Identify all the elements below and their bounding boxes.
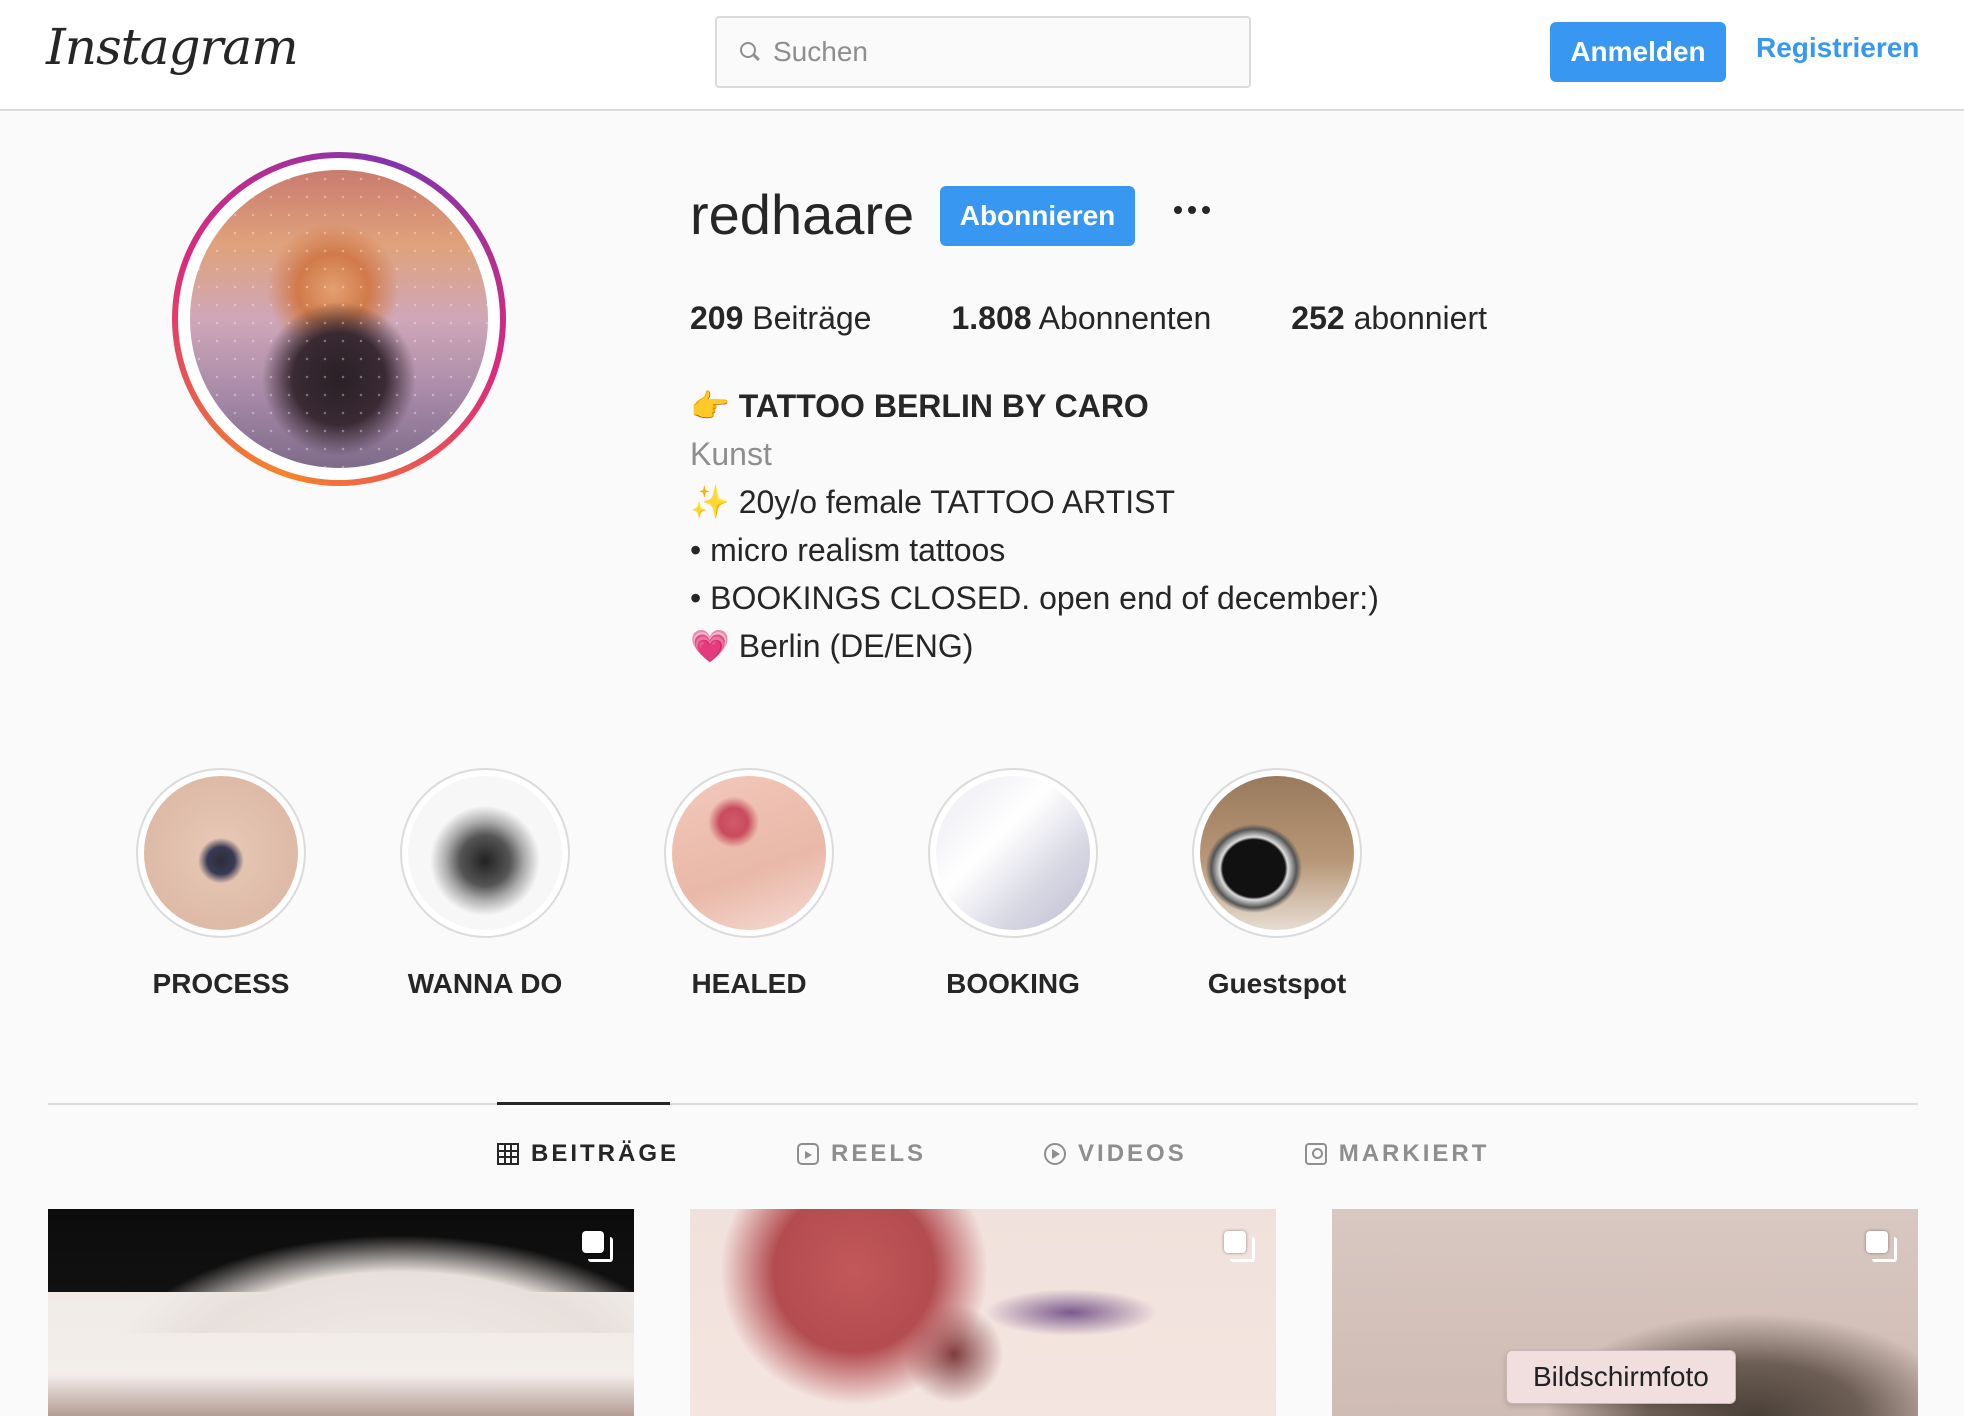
video-icon	[1044, 1143, 1067, 1165]
bio-line: • BOOKINGS CLOSED. open end of december:…	[690, 580, 1379, 616]
carousel-icon	[582, 1231, 613, 1262]
profile-avatar-ring[interactable]	[172, 152, 506, 486]
top-navigation-bar: Instagram Anmelden Registrieren	[0, 0, 1964, 111]
highlight-label: Guestspot	[1207, 968, 1347, 999]
reels-icon	[797, 1143, 820, 1165]
stat-followers[interactable]: 1.808 Abonnenten	[951, 300, 1211, 337]
active-tab-indicator	[497, 1102, 670, 1105]
tagged-icon	[1304, 1143, 1327, 1165]
highlight-process[interactable]: PROCESS	[136, 768, 306, 1000]
tab-videos[interactable]: VIDEOS	[1044, 1140, 1187, 1168]
instagram-logo[interactable]: Instagram	[46, 18, 299, 76]
follow-button[interactable]: Abonnieren	[940, 186, 1135, 246]
tab-tagged[interactable]: MARKIERT	[1304, 1140, 1490, 1168]
profile-bio: 👉 TATTOO BERLIN BY CARO Kunst ✨ 20y/o fe…	[690, 382, 1379, 670]
carousel-icon	[1866, 1231, 1897, 1262]
register-link[interactable]: Registrieren	[1756, 32, 1919, 64]
profile-tabs: BEITRÄGE REELS VIDEOS MARKIERT	[497, 1140, 1607, 1168]
bio-line: ✨ 20y/o female TATTOO ARTIST	[690, 484, 1176, 520]
highlight-healed[interactable]: HEALED	[664, 768, 834, 1000]
profile-username: redhaare	[690, 183, 915, 246]
highlight-guestspot[interactable]: Guestspot	[1192, 768, 1362, 1000]
highlight-cover	[144, 776, 298, 930]
bio-line: 💗 Berlin (DE/ENG)	[690, 628, 974, 664]
grid-icon	[497, 1143, 519, 1165]
highlight-booking[interactable]: BOOKING	[928, 768, 1098, 1000]
stat-following[interactable]: 252 abonniert	[1291, 300, 1487, 337]
highlight-cover	[1200, 776, 1354, 930]
search-box[interactable]	[715, 16, 1251, 88]
carousel-icon	[1224, 1231, 1255, 1262]
stat-posts: 209 Beiträge	[690, 300, 872, 336]
screenshot-tooltip: Bildschirmfoto	[1506, 1350, 1736, 1404]
highlight-wanna-do[interactable]: WANNA DO	[400, 768, 570, 1000]
story-highlights: PROCESS WANNA DO HEALED BOOKING Guestspo…	[136, 768, 1456, 1000]
search-icon	[739, 41, 761, 63]
highlight-cover	[936, 776, 1090, 930]
login-button[interactable]: Anmelden	[1550, 22, 1726, 82]
bio-line: • micro realism tattoos	[690, 532, 1006, 568]
highlight-cover	[408, 776, 562, 930]
bio-category: Kunst	[690, 436, 772, 472]
profile-stats: 209 Beiträge 1.808 Abonnenten 252 abonni…	[690, 300, 1567, 337]
post-thumbnail[interactable]	[690, 1209, 1276, 1416]
highlight-label: HEALED	[691, 968, 807, 999]
highlight-label: BOOKING	[946, 968, 1080, 999]
highlight-cover	[672, 776, 826, 930]
highlight-label: PROCESS	[152, 968, 290, 999]
tabs-divider	[48, 1103, 1918, 1105]
tab-reels[interactable]: REELS	[797, 1140, 926, 1168]
tab-posts[interactable]: BEITRÄGE	[497, 1140, 679, 1168]
profile-avatar	[190, 170, 488, 468]
search-input[interactable]	[773, 36, 1233, 68]
post-thumbnail[interactable]	[48, 1209, 634, 1416]
bio-name: 👉 TATTOO BERLIN BY CARO	[690, 388, 1149, 424]
highlight-label: WANNA DO	[407, 968, 563, 999]
more-options-icon[interactable]	[1170, 200, 1214, 220]
